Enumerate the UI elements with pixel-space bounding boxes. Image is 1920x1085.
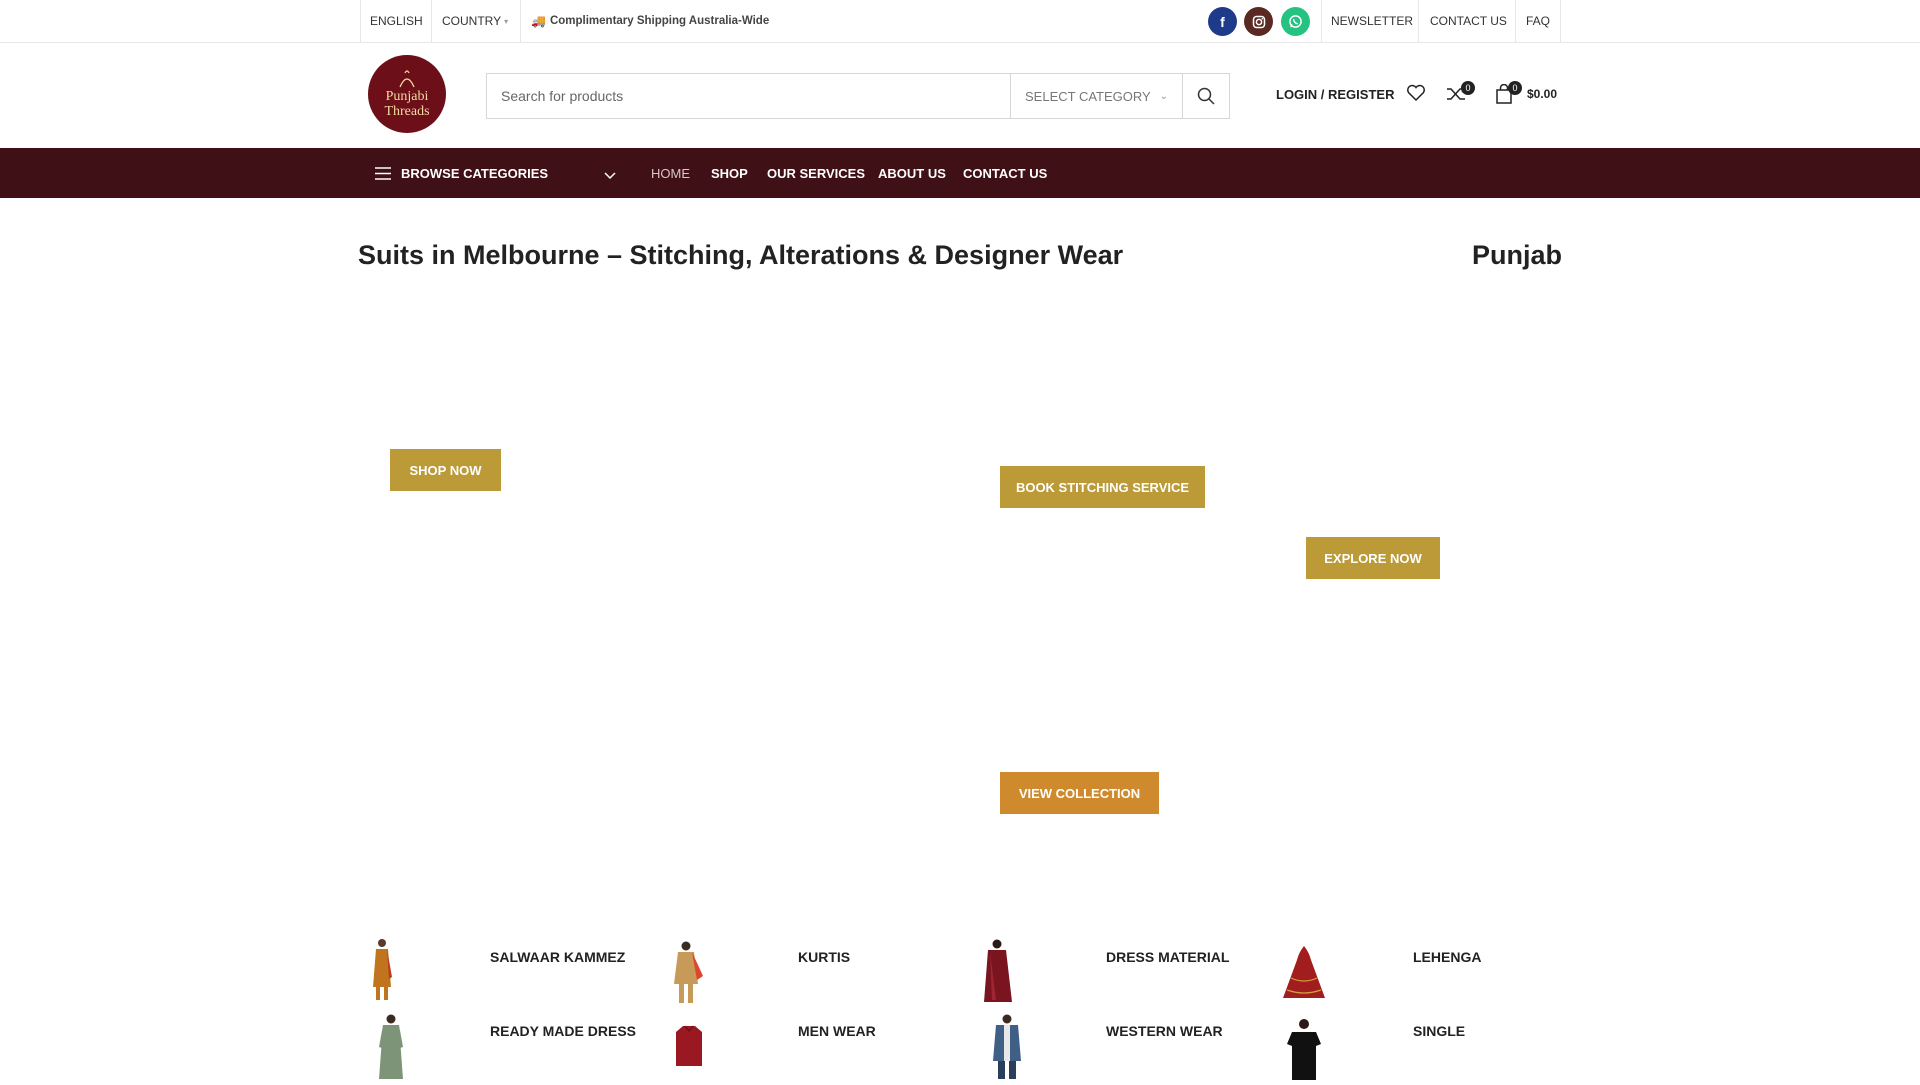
browse-categories-label: BROWSE CATEGORIES	[401, 165, 549, 181]
explore-now-button[interactable]: EXPLORE NOW	[1306, 537, 1440, 579]
instagram-icon[interactable]	[1244, 7, 1273, 36]
book-stitching-button[interactable]: BOOK STITCHING SERVICE	[1000, 466, 1205, 508]
hero-headline: Suits in Melbourne – Stitching, Alterati…	[358, 240, 1124, 270]
divider	[360, 0, 361, 42]
search-button[interactable]	[1182, 74, 1229, 118]
newsletter-label: NEWSLETTER	[1331, 14, 1414, 28]
ready-made-dress-thumbnail[interactable]	[376, 1013, 406, 1084]
faq-label: FAQ	[1526, 14, 1551, 28]
category-link-men-wear[interactable]: MEN WEAR	[798, 1023, 876, 1039]
category-link-single[interactable]: SINGLE	[1413, 1023, 1465, 1039]
kurtis-thumbnail[interactable]	[671, 940, 705, 1009]
shop-now-button[interactable]: SHOP NOW	[390, 449, 501, 491]
search-input[interactable]	[487, 74, 1010, 117]
chevron-down-icon[interactable]	[604, 167, 616, 185]
wishlist-icon[interactable]	[1406, 84, 1426, 107]
hamburger-icon	[375, 166, 391, 180]
hero-headline-next: Punjab	[1472, 240, 1562, 270]
shipping-notice: 🚚 Complimentary Shipping Australia-Wide	[531, 0, 769, 42]
truck-icon: 🚚	[531, 14, 546, 28]
category-select-label: SELECT CATEGORY	[1025, 88, 1151, 104]
view-collection-button[interactable]: VIEW COLLECTION	[1000, 772, 1159, 814]
category-link-kurtis[interactable]: KURTIS	[798, 949, 850, 965]
divider	[431, 0, 432, 42]
dress-material-thumbnail[interactable]	[982, 938, 1014, 1009]
nav-shop[interactable]: SHOP	[711, 148, 748, 198]
category-link-dress-material[interactable]: DRESS MATERIAL	[1106, 949, 1229, 965]
nav-home[interactable]: HOME	[651, 148, 690, 198]
category-select[interactable]: SELECT CATEGORY ⌄	[1010, 74, 1182, 118]
divider	[1515, 0, 1516, 42]
search-icon	[1197, 87, 1215, 105]
newsletter-link[interactable]: NEWSLETTER	[1331, 0, 1413, 42]
compare-count-badge: 0	[1461, 81, 1475, 95]
country-label: COUNTRY	[442, 14, 502, 28]
category-link-western-wear[interactable]: WESTERN WEAR	[1106, 1023, 1223, 1039]
logo-text: Threads	[384, 104, 430, 119]
cart-total[interactable]: $0.00	[1527, 87, 1557, 101]
site-logo[interactable]: Punjabi Threads	[368, 55, 446, 133]
nav-our-services[interactable]: OUR SERVICES	[767, 148, 865, 198]
divider	[1418, 0, 1419, 42]
category-link-salwaar-kammez[interactable]: SALWAAR KAMMEZ	[490, 949, 625, 965]
cart-count-badge: 0	[1508, 81, 1522, 95]
language-selector[interactable]: ENGLISH	[370, 0, 423, 42]
divider	[1560, 0, 1561, 42]
language-label: ENGLISH	[370, 14, 423, 28]
chevron-down-icon: ▾	[504, 16, 509, 26]
contact-us-label: CONTACT US	[1430, 14, 1507, 28]
faq-link[interactable]: FAQ	[1526, 0, 1550, 42]
search-form: SELECT CATEGORY ⌄	[486, 73, 1230, 119]
category-link-lehenga[interactable]: LEHENGA	[1413, 949, 1481, 965]
divider	[1321, 0, 1322, 42]
nav-about-us[interactable]: ABOUT US	[878, 148, 946, 198]
category-link-ready-made-dress[interactable]: READY MADE DRESS	[490, 1023, 636, 1039]
whatsapp-icon[interactable]	[1281, 7, 1310, 36]
single-thumbnail[interactable]	[1286, 1018, 1322, 1085]
contact-us-link[interactable]: CONTACT US	[1430, 0, 1507, 42]
nav-contact-us[interactable]: CONTACT US	[963, 148, 1047, 198]
top-bar: ENGLISH COUNTRY ▾ 🚚 Complimentary Shippi…	[0, 0, 1920, 43]
login-register-link[interactable]: LOGIN / REGISTER	[1276, 87, 1394, 102]
lehenga-thumbnail[interactable]	[1281, 944, 1327, 1005]
facebook-icon[interactable]: f	[1208, 7, 1237, 36]
chevron-down-icon: ⌄	[1159, 90, 1168, 102]
men-wear-thumbnail[interactable]	[674, 1024, 704, 1073]
western-wear-thumbnail[interactable]	[990, 1013, 1024, 1084]
country-selector[interactable]: COUNTRY ▾	[442, 0, 508, 42]
shipping-text: Complimentary Shipping Australia-Wide	[549, 15, 770, 27]
divider	[520, 0, 521, 42]
salwaar-kammez-thumbnail[interactable]	[370, 937, 394, 1006]
logo-text: Punjabi	[385, 89, 429, 104]
logo-emblem-icon	[399, 70, 415, 88]
browse-categories-button[interactable]: BROWSE CATEGORIES	[375, 148, 548, 198]
main-nav: BROWSE CATEGORIES HOME SHOP OUR SERVICES…	[0, 148, 1920, 198]
